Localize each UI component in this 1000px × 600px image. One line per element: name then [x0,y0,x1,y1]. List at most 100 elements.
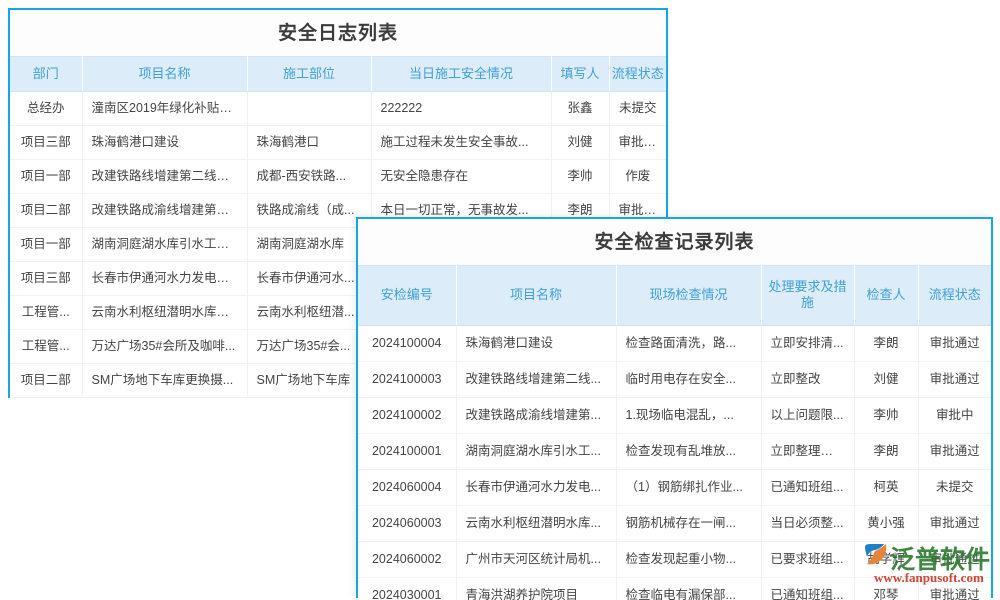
cell-measure: 立即整理归类 [761,433,854,469]
table-row[interactable]: 2024060002广州市天河区统计局机...检查发现起重小物...已要求班组.… [358,541,991,577]
cell-project[interactable]: 长春市伊通河水力发电厂... [82,262,247,296]
table-row[interactable]: 总经办潼南区2019年绿化补贴项...222222张鑫未提交 [10,92,666,126]
cell-situation: 施工过程未发生安全事故... [371,126,551,160]
safety-log-header-row: 部门 项目名称 施工部位 当日施工安全情况 填写人 流程状态 [10,57,666,92]
status-badge: 作废 [609,160,666,194]
cell-situation: 钢筋机械存在一闸... [616,505,761,541]
col-header-dept[interactable]: 部门 [10,57,82,92]
table-row[interactable]: 2024100004珠海鹤港口建设检查路面清洗，路...立即安排清...李朗审批… [358,325,991,361]
safety-check-panel: 安全检查记录列表 安检编号 项目名称 现场检查情况 处理要求及措施 检查人 流程… [356,217,993,598]
cell-dept: 项目二部 [10,194,82,228]
cell-writer: 张鑫 [551,92,609,126]
table-row[interactable]: 项目一部改建铁路线增建第二线直...成都-西安铁路...无安全隐患存在李帅作废 [10,160,666,194]
table-row[interactable]: 2024060004长春市伊通河水力发电...（1）钢筋绑扎作业...已通知班组… [358,469,991,505]
cell-writer: 李帅 [551,160,609,194]
col-header-writer[interactable]: 填写人 [551,57,609,92]
cell-project[interactable]: 珠海鹤港口建设 [456,325,616,361]
cell-code[interactable]: 2024100001 [358,433,456,469]
cell-part: 铁路成渝线（成... [247,194,371,228]
cell-part: 成都-西安铁路... [247,160,371,194]
cell-situation: 检查路面清洗，路... [616,325,761,361]
table-row[interactable]: 2024060003云南水利枢纽潜明水库...钢筋机械存在一闸...当日必须整.… [358,505,991,541]
cell-inspector: 邓琴 [854,577,918,600]
cell-project[interactable]: SM广场地下车库更换摄... [82,364,247,398]
col-header-status[interactable]: 流程状态 [918,266,991,326]
cell-code[interactable]: 2024060003 [358,505,456,541]
col-header-part[interactable]: 施工部位 [247,57,371,92]
status-badge: 审批通过 [918,505,991,541]
cell-code[interactable]: 2024030001 [358,577,456,600]
cell-measure: 以上问题限... [761,397,854,433]
cell-project[interactable]: 湖南洞庭湖水库引水工... [456,433,616,469]
col-header-project[interactable]: 项目名称 [456,266,616,326]
cell-project[interactable]: 云南水利枢纽潜明水库... [456,505,616,541]
cell-project[interactable]: 改建铁路线增建第二线直... [82,160,247,194]
cell-inspector: 柯英 [854,469,918,505]
table-row[interactable]: 2024100002改建铁路成渝线增建第...1.现场临电混乱，...以上问题限… [358,397,991,433]
cell-measure: 当日必须整... [761,505,854,541]
table-row[interactable]: 2024100001湖南洞庭湖水库引水工...检查发现有乱堆放...立即整理归类… [358,433,991,469]
cell-project[interactable]: 珠海鹤港口建设 [82,126,247,160]
col-header-situation[interactable]: 当日施工安全情况 [371,57,551,92]
cell-part [247,92,371,126]
cell-dept: 项目一部 [10,160,82,194]
cell-dept: 项目三部 [10,262,82,296]
cell-inspector: 黄小强 [854,505,918,541]
cell-writer: 刘健 [551,126,609,160]
cell-project[interactable]: 云南水利枢纽潜明水库一... [82,296,247,330]
cell-project[interactable]: 广州市天河区统计局机... [456,541,616,577]
cell-part: 湖南洞庭湖水库 [247,228,371,262]
cell-project[interactable]: 长春市伊通河水力发电... [456,469,616,505]
cell-project[interactable]: 青海洪湖养护院项目 [456,577,616,600]
status-badge: 未提交 [918,469,991,505]
status-badge: 审批通过 [918,433,991,469]
cell-code[interactable]: 2024100003 [358,361,456,397]
cell-project[interactable]: 万达广场35#会所及咖啡... [82,330,247,364]
cell-project[interactable]: 改建铁路线增建第二线... [456,361,616,397]
cell-measure: 已通知班组... [761,469,854,505]
cell-dept: 项目二部 [10,364,82,398]
safety-check-header-row: 安检编号 项目名称 现场检查情况 处理要求及措施 检查人 流程状态 [358,266,991,326]
cell-measure: 立即安排清... [761,325,854,361]
table-row[interactable]: 项目三部珠海鹤港口建设珠海鹤港口施工过程未发生安全事故...刘健审批通过 [10,126,666,160]
col-header-measure[interactable]: 处理要求及措施 [761,266,854,326]
cell-inspector: 李朗 [854,433,918,469]
cell-dept: 项目三部 [10,126,82,160]
cell-situation: （1）钢筋绑扎作业... [616,469,761,505]
cell-inspector: 胡学辉 [854,541,918,577]
cell-inspector: 李帅 [854,397,918,433]
cell-part: 云南水利枢纽潜... [247,296,371,330]
cell-code[interactable]: 2024100004 [358,325,456,361]
col-header-status[interactable]: 流程状态 [609,57,666,92]
status-badge: 审批通过 [918,361,991,397]
col-header-inspector[interactable]: 检查人 [854,266,918,326]
table-row[interactable]: 2024030001青海洪湖养护院项目检查临电有漏保部...已通知班组...邓琴… [358,577,991,600]
cell-situation: 检查临电有漏保部... [616,577,761,600]
cell-code[interactable]: 2024100002 [358,397,456,433]
cell-situation: 222222 [371,92,551,126]
cell-project[interactable]: 湖南洞庭湖水库引水工程... [82,228,247,262]
status-badge: 未提交 [609,92,666,126]
status-badge: 审批通过 [609,126,666,160]
cell-measure: 立即整改 [761,361,854,397]
cell-measure: 已要求班组... [761,541,854,577]
cell-situation: 无安全隐患存在 [371,160,551,194]
cell-dept: 工程管... [10,330,82,364]
cell-project[interactable]: 改建铁路成渝线增建第... [456,397,616,433]
col-header-situation[interactable]: 现场检查情况 [616,266,761,326]
cell-code[interactable]: 2024060002 [358,541,456,577]
cell-part: 珠海鹤港口 [247,126,371,160]
status-badge: 审批中 [918,397,991,433]
table-row[interactable]: 2024100003改建铁路线增建第二线...临时用电存在安全...立即整改刘健… [358,361,991,397]
cell-code[interactable]: 2024060004 [358,469,456,505]
status-badge: 审批通过 [918,577,991,600]
col-header-project[interactable]: 项目名称 [82,57,247,92]
status-badge: 审批通过 [918,325,991,361]
safety-log-title: 安全日志列表 [10,10,666,56]
cell-dept: 项目一部 [10,228,82,262]
cell-project[interactable]: 改建铁路成渝线增建第二... [82,194,247,228]
cell-part: 长春市伊通河水... [247,262,371,296]
col-header-code[interactable]: 安检编号 [358,266,456,326]
cell-project[interactable]: 潼南区2019年绿化补贴项... [82,92,247,126]
cell-situation: 检查发现起重小物... [616,541,761,577]
